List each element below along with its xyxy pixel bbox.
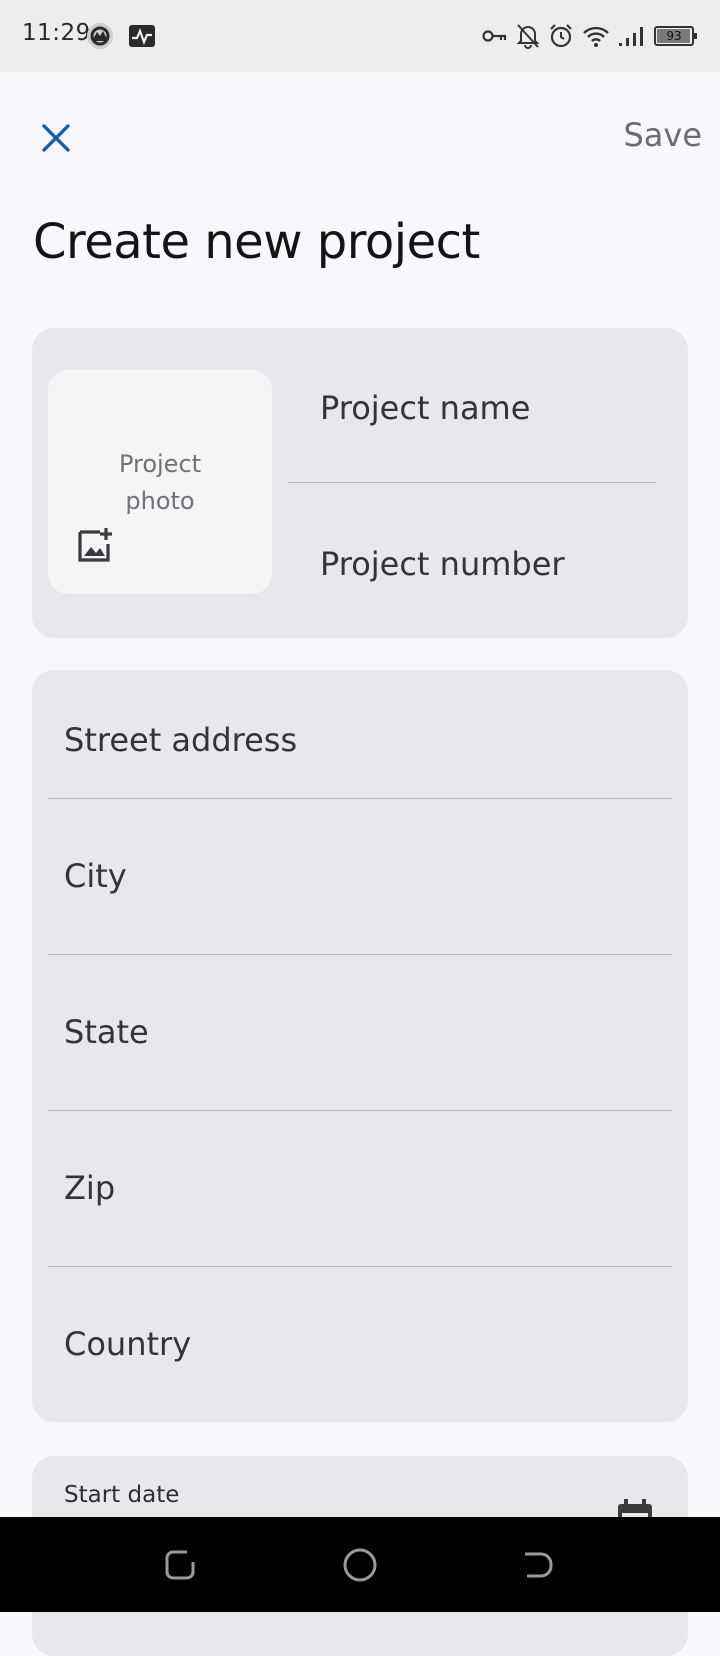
recents-button[interactable] [160,1545,200,1585]
project-photo-picker[interactable]: Project photo [48,370,272,594]
signal-icon [618,25,646,47]
start-date-label: Start date [64,1482,180,1508]
city-input[interactable] [64,848,644,904]
page-title: Create new project [33,214,480,270]
battery-icon: 93 [654,26,697,46]
project-name-input[interactable] [320,380,660,436]
home-icon [343,1548,377,1582]
navigation-bar [0,1517,720,1612]
project-card: Project photo [32,328,688,638]
status-bar: 11:29 93 [0,0,720,72]
save-button[interactable]: Save [623,116,702,154]
status-time: 11:29 [22,20,91,46]
back-button[interactable] [518,1545,558,1585]
state-input[interactable] [64,1004,644,1060]
divider [48,1266,672,1267]
add-photo-icon [78,528,112,562]
alarm-icon [548,23,574,49]
bell-off-icon [516,23,540,49]
vpn-key-icon [482,28,508,44]
status-icons: 93 [482,20,697,52]
pulse-icon [128,22,156,50]
divider [48,798,672,799]
close-button[interactable] [30,112,82,164]
recents-icon [165,1550,195,1580]
project-photo-label: Project photo [118,450,202,515]
street-address-input[interactable] [64,712,644,768]
zip-input[interactable] [64,1160,644,1216]
divider [48,1110,672,1111]
close-icon [42,124,70,152]
back-icon [525,1552,553,1578]
address-card [32,670,688,1422]
wifi-icon [582,24,610,48]
project-number-input[interactable] [320,536,660,592]
battery-level: 93 [666,29,682,43]
divider [288,482,656,483]
home-button[interactable] [340,1545,380,1585]
country-input[interactable] [64,1316,644,1372]
divider [48,954,672,955]
app-icon [86,22,114,50]
